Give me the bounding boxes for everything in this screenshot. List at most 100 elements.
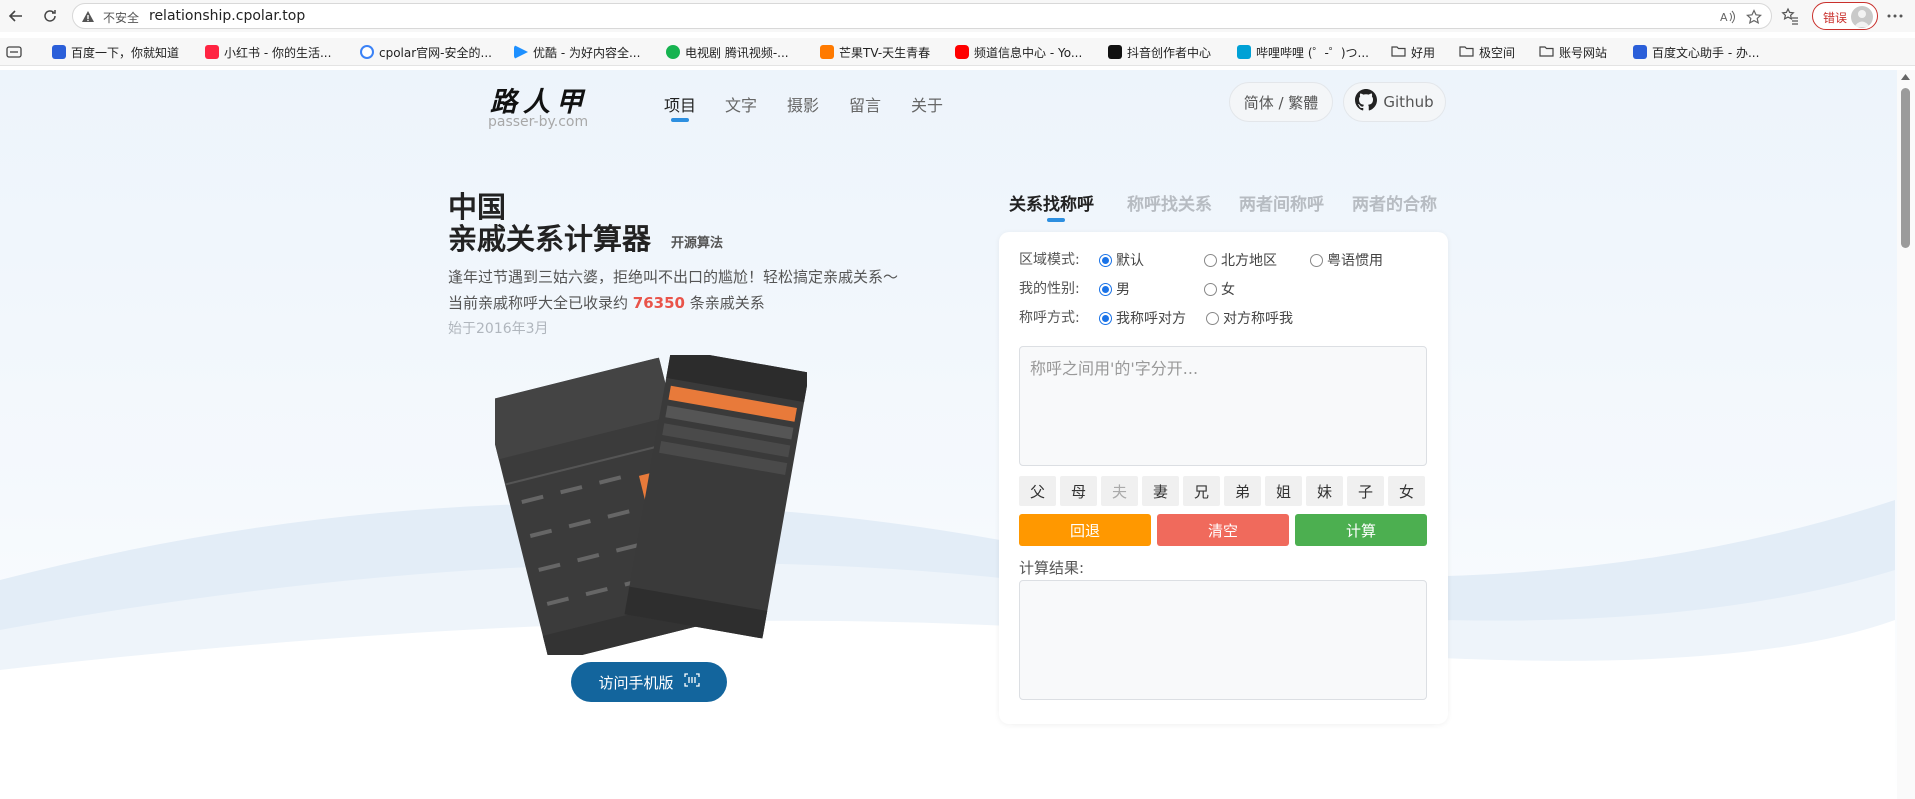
kin-button-younger-sister[interactable]: 妹 [1306, 476, 1343, 506]
bookmark-label: 芒果TV-天生青春 [839, 45, 931, 60]
radio-dot [1206, 311, 1219, 325]
bookmark-label: 好用 [1411, 45, 1436, 60]
call-them-to-me-radio[interactable]: 对方称呼我 [1206, 308, 1293, 328]
bookmark-folder[interactable]: 账号网站 [1539, 41, 1607, 63]
nav-item-about[interactable]: 关于 [911, 92, 943, 116]
relation-input[interactable]: 称呼之间用'的'字分开... [1019, 346, 1427, 466]
more-icon[interactable] [1884, 5, 1906, 27]
bookmark-item[interactable]: 哔哩哔哩 (゜-゜)つ... [1237, 41, 1369, 63]
bookmark-item[interactable]: 百度一下，你就知道 [52, 41, 179, 63]
page-title-line1: 中国 [448, 190, 507, 224]
url-text[interactable]: relationship.cpolar.top [149, 8, 305, 24]
result-output [1019, 580, 1427, 700]
kin-button-mother[interactable]: 母 [1060, 476, 1097, 506]
language-toggle-label: 简体 / 繁體 [1243, 93, 1319, 112]
radio-dot [1310, 253, 1323, 267]
bookmark-item[interactable]: 抖音创作者中心 [1108, 41, 1211, 63]
bookmark-folder[interactable]: 好用 [1391, 41, 1435, 63]
relation-input-placeholder: 称呼之间用'的'字分开... [1030, 359, 1199, 378]
mode-default-radio[interactable]: 默认 [1099, 250, 1144, 270]
kin-button-daughter[interactable]: 女 [1388, 476, 1425, 506]
radio-label: 粤语惯用 [1327, 253, 1383, 269]
site-logo[interactable]: 路人甲 passer-by.com [488, 80, 608, 132]
kin-button-younger-brother[interactable]: 弟 [1224, 476, 1261, 506]
clear-button[interactable]: 清空 [1157, 514, 1289, 546]
tab-combined-title[interactable]: 两者的合称 [1352, 190, 1437, 215]
relation-count: 76350 [632, 294, 685, 312]
result-label: 计算结果: [1019, 559, 1085, 577]
nav-item-photography[interactable]: 摄影 [787, 92, 819, 116]
kin-button-husband[interactable]: 夫 [1101, 476, 1138, 506]
browser-toolbar: 不安全 relationship.cpolar.top A 错误 [0, 0, 1915, 32]
since-date: 始于2016年3月 [448, 321, 549, 337]
nav-item-writing[interactable]: 文字 [725, 92, 757, 116]
bookmark-folder[interactable]: 极空间 [1459, 41, 1515, 63]
gender-female-radio[interactable]: 女 [1204, 279, 1235, 299]
mode-label: 区域模式: [1019, 252, 1080, 268]
bookmark-label: 百度一下，你就知道 [71, 45, 180, 60]
nav-item-messages[interactable]: 留言 [849, 92, 881, 116]
bookmark-item[interactable]: 芒果TV-天生青春 [820, 41, 930, 63]
baidu-icon [52, 45, 66, 59]
nav-item-projects[interactable]: 项目 [664, 92, 696, 116]
back-button[interactable]: 回退 [1019, 514, 1151, 546]
kin-button-wife[interactable]: 妻 [1142, 476, 1179, 506]
profile-error-label: 错误 [1823, 11, 1848, 25]
language-toggle-button[interactable]: 简体 / 繁體 [1229, 82, 1333, 122]
bookmark-label: cpolar官网-安全的... [379, 45, 492, 60]
relation-count-text: 当前亲戚称呼大全已收录约 76350 条亲戚关系 [448, 292, 765, 313]
bookmark-label: 百度文心助手 - 办... [1652, 45, 1760, 60]
youtube-icon [955, 45, 969, 59]
cpolar-icon [360, 45, 374, 59]
bilibili-icon [1237, 45, 1251, 59]
scrollbar-thumb[interactable] [1901, 88, 1910, 248]
kin-button-elder-brother[interactable]: 兄 [1183, 476, 1220, 506]
bookmark-item[interactable]: 电视剧 腾讯视频-... [666, 41, 789, 63]
bookmark-label: 电视剧 腾讯视频-... [685, 45, 789, 60]
tab-relation-to-title[interactable]: 关系找称呼 [1009, 190, 1094, 215]
mobile-version-button[interactable]: 访问手机版 [571, 662, 727, 702]
kin-button-elder-sister[interactable]: 姐 [1265, 476, 1302, 506]
tab-title-to-relation[interactable]: 称呼找关系 [1127, 190, 1212, 215]
read-aloud-icon[interactable]: A [1719, 8, 1737, 26]
radio-dot [1099, 253, 1112, 267]
reload-icon[interactable] [38, 4, 62, 28]
reading-list-icon[interactable] [6, 41, 22, 63]
mode-cantonese-radio[interactable]: 粤语惯用 [1310, 250, 1383, 270]
baidu-icon [1633, 45, 1647, 59]
favorites-icon[interactable] [1779, 5, 1801, 27]
kin-button-son[interactable]: 子 [1347, 476, 1384, 506]
bookmark-item[interactable]: 频道信息中心 - Yo... [955, 41, 1082, 63]
call-i-to-them-radio[interactable]: 我称呼对方 [1099, 308, 1186, 328]
tab-active-indicator [1047, 218, 1065, 222]
warning-icon[interactable] [81, 9, 95, 28]
qrcode-icon [683, 673, 700, 691]
mode-north-radio[interactable]: 北方地区 [1204, 250, 1277, 270]
gender-male-radio[interactable]: 男 [1099, 279, 1130, 299]
mangotv-icon [820, 45, 834, 59]
profile-error-button[interactable]: 错误 [1812, 2, 1878, 30]
bookmark-label: 极空间 [1479, 45, 1516, 60]
scroll-up-icon[interactable] [1901, 73, 1910, 81]
bookmark-item[interactable]: 百度文心助手 - 办... [1633, 41, 1759, 63]
bookmark-label: 小红书 - 你的生活... [224, 45, 332, 60]
calculate-button[interactable]: 计算 [1295, 514, 1427, 546]
mobile-version-label: 访问手机版 [598, 673, 674, 692]
back-icon[interactable] [4, 4, 28, 28]
address-bar[interactable]: 不安全 relationship.cpolar.top A [72, 3, 1772, 29]
bookmark-item[interactable]: 小红书 - 你的生活... [205, 41, 331, 63]
logo-domain: passer-by.com [488, 114, 589, 130]
bookmark-label: 账号网站 [1559, 45, 1608, 60]
github-button[interactable]: Github [1343, 82, 1446, 122]
favorite-star-icon[interactable] [1745, 8, 1763, 26]
radio-label: 我称呼对方 [1116, 311, 1186, 327]
bookmark-item[interactable]: 优酷 - 为好内容全... [514, 41, 640, 63]
background-waves [0, 500, 1895, 799]
svg-text:A: A [1720, 11, 1728, 24]
bookmark-item[interactable]: cpolar官网-安全的... [360, 41, 492, 63]
kin-button-father[interactable]: 父 [1019, 476, 1056, 506]
radio-label: 女 [1221, 282, 1235, 298]
open-source-link[interactable]: 开源算法 [671, 232, 723, 251]
radio-dot [1099, 282, 1112, 296]
tab-mutual-title[interactable]: 两者间称呼 [1239, 190, 1324, 215]
